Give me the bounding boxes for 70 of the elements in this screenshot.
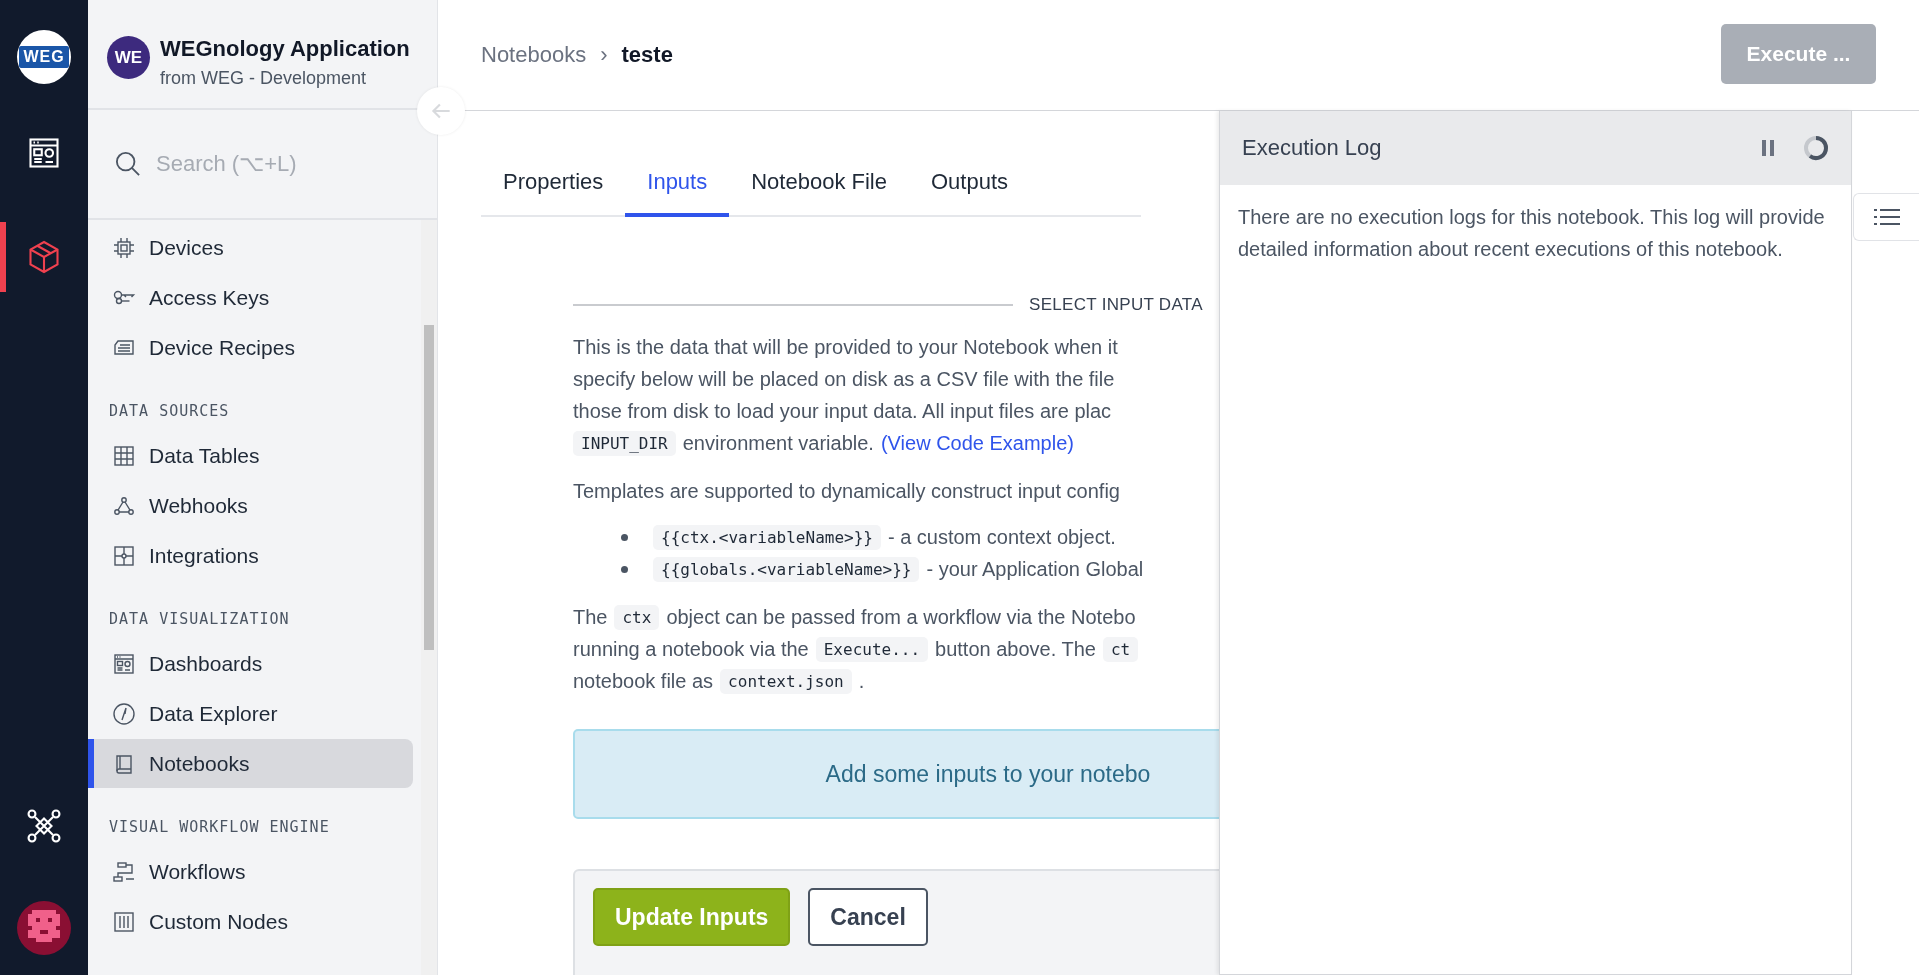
inline-code: ctx [614, 604, 660, 630]
dashboard-icon [112, 651, 136, 676]
app-avatar: WE [107, 36, 150, 79]
tab[interactable]: Notebook File [729, 147, 909, 217]
app-subtitle: from WEG - Development [160, 68, 368, 89]
inline-code: Execute... [815, 636, 929, 662]
banner-text: Add some inputs to your notebo [824, 760, 1151, 788]
sidebar-item[interactable]: Dashboards [88, 639, 413, 688]
sliders-icon [112, 909, 136, 934]
paragraph-text: those from disk to load your input data. All input files are plac [573, 399, 1112, 423]
puzzle-icon [112, 543, 136, 568]
chip-icon [112, 235, 136, 260]
dashboard-icon [26, 135, 62, 171]
paragraph-text: Templates are supported to dynamically construct input config [573, 479, 1120, 503]
sidebar-item[interactable]: Workflows [88, 847, 413, 896]
user-avatar[interactable] [17, 901, 71, 955]
paragraph-text: specify below will be placed on disk as a CSV file with the file [573, 367, 1115, 391]
section-heading: DATA VISUALIZATION [108, 609, 291, 630]
app-name: WEGnology Application [160, 36, 410, 62]
panel-title: Execution Log [1242, 135, 1383, 161]
pause-icon[interactable] [1761, 139, 1775, 157]
spinner-icon [1803, 135, 1829, 161]
breadcrumb-current: teste [621, 42, 673, 68]
tab[interactable]: Properties [481, 147, 626, 217]
logo-icon[interactable]: WEG [17, 30, 71, 84]
sidebar-item[interactable]: Data Tables [88, 431, 413, 480]
paragraph-text: running a notebook via the [573, 637, 809, 661]
paragraph-text: object can be passed from a workflow via the Notebo [666, 605, 1136, 629]
compass-icon [112, 701, 136, 726]
inline-code: {{ctx.<variableName>}} [653, 524, 881, 550]
workflow-icon [112, 859, 136, 884]
search-field[interactable]: Search (⌥+L) [154, 150, 418, 178]
paragraph-text: The [573, 605, 608, 629]
paragraph-text: - a custom context object. [887, 525, 1116, 549]
search-icon [114, 150, 142, 178]
tab[interactable]: Outputs [908, 147, 1030, 217]
network-icon [26, 808, 62, 844]
paragraph-text: This is the data that will be provided to your Notebook when it [573, 335, 1118, 359]
cancel-button[interactable]: Cancel [808, 888, 928, 946]
tab[interactable]: Inputs [625, 147, 730, 217]
paragraph-text: environment variable. [682, 431, 874, 455]
code-example-link[interactable]: (View Code Example) [880, 431, 1074, 455]
list-icon[interactable] [1853, 193, 1919, 241]
breadcrumb-link[interactable]: Notebooks [481, 42, 587, 68]
sidebar-item[interactable]: Custom Nodes [88, 897, 413, 946]
section-title: SELECT INPUT DATA [1029, 295, 1203, 315]
inline-code: {{globals.<variableName>}} [653, 556, 920, 582]
breadcrumb-separator: › [600, 42, 608, 68]
sidebar-item[interactable]: Webhooks [88, 481, 413, 530]
section-heading: VISUAL WORKFLOW ENGINE [108, 817, 331, 838]
sidebar-item[interactable]: Devices [88, 223, 413, 272]
sidebar-item[interactable]: Data Explorer [88, 689, 413, 738]
sidebar-item[interactable]: Device Recipes [88, 323, 413, 372]
sidebar-item[interactable]: Access Keys [88, 273, 413, 322]
bullet-icon [621, 533, 628, 541]
cube-icon [26, 239, 62, 275]
paragraph-text: notebook file as [573, 669, 714, 693]
bullet-icon [621, 565, 628, 573]
paragraph-text: . [858, 669, 865, 693]
section-heading: DATA SOURCES [108, 401, 231, 422]
scrollbar[interactable] [421, 220, 437, 975]
inline-code: context.json [720, 668, 852, 694]
paragraph-text: button above. The [935, 637, 1096, 661]
table-icon [112, 443, 136, 468]
sidebar-item[interactable]: Integrations [88, 531, 413, 580]
inline-code: INPUT_DIR [573, 430, 676, 456]
inline-code: ct [1102, 636, 1139, 662]
log-message: There are no execution logs for this notebook. This log will provide detailed information about recent executions of this notebook. [1237, 205, 1826, 262]
paragraph-text: - your Application Global [926, 557, 1144, 581]
sidebar-item[interactable]: Notebooks [88, 739, 413, 788]
